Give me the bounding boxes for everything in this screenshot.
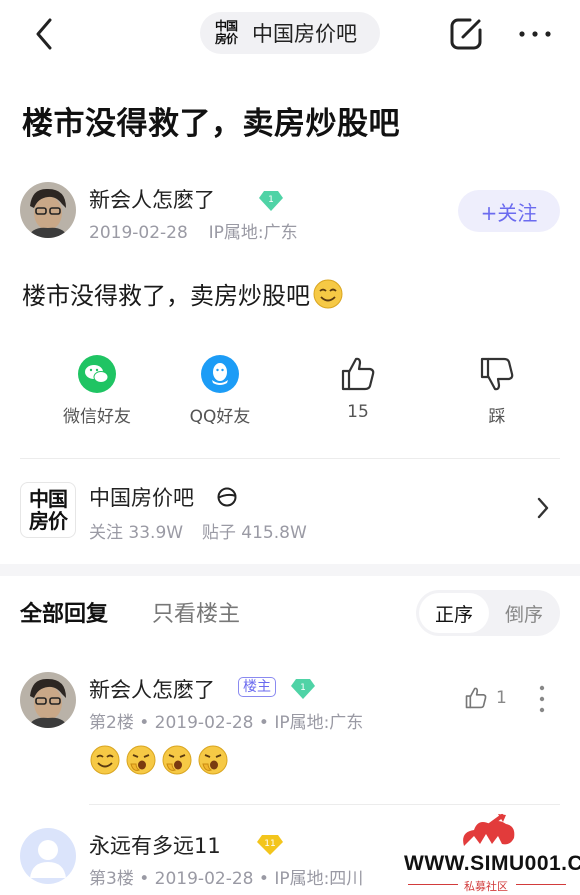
forum-card-name: 中国房价吧 (89, 486, 194, 510)
reply-emojis (89, 744, 233, 776)
reply-avatar[interactable] (20, 828, 76, 884)
dislike-button[interactable]: 踩 (437, 352, 557, 427)
forum-card-stats: 关注 33.9W 贴子 415.8W (89, 518, 307, 543)
reply-item: 新会人怎麽了 楼主 1 第2楼 • 2019-02-28 • IP属地:广东 1 (20, 672, 560, 802)
smile-emoji-icon (90, 745, 120, 775)
watermark-sub: 私募社区 (464, 880, 508, 893)
thumbs-up-icon (465, 687, 487, 709)
forum-card-logo: 中国 房价 (20, 482, 76, 538)
author-avatar[interactable] (20, 182, 76, 238)
op-badge: 楼主 (238, 677, 276, 697)
thumbs-down-icon (480, 357, 514, 391)
smile-emoji-icon (313, 279, 343, 308)
reply-ip: IP属地:四川 (274, 869, 364, 889)
forum-badge-icon (217, 487, 237, 507)
reply-ip: IP属地:广东 (274, 713, 364, 733)
like-button[interactable]: 15 (298, 352, 418, 422)
follow-button[interactable]: +关注 (458, 190, 560, 232)
more-vertical-icon[interactable] (538, 684, 546, 714)
more-dots-icon (519, 31, 551, 37)
author-meta: 2019-02-28 IP属地:广东 (89, 218, 298, 243)
reply-like-count: 1 (496, 688, 507, 708)
post-date: 2019-02-28 (89, 223, 188, 243)
share-wechat-label: 微信好友 (63, 407, 131, 427)
level-badge-icon: 11 (257, 835, 283, 855)
tab-all-replies[interactable]: 全部回复 (20, 596, 108, 628)
post-body: 楼市没得救了，卖房炒股吧 (22, 276, 344, 311)
watermark-site: WWW.SIMU001.CN (404, 852, 580, 875)
wechat-icon (78, 355, 116, 393)
reply-tabs: 全部回复 只看楼主 正序 倒序 (0, 586, 580, 636)
post-actions: 微信好友 QQ好友 15 踩 (0, 352, 580, 442)
like-count: 15 (347, 402, 369, 422)
tab-op-only[interactable]: 只看楼主 (152, 596, 240, 628)
divider (89, 804, 560, 805)
forum-follow-stat: 关注 33.9W (89, 523, 184, 543)
top-nav-bar: 中国 房价 中国房价吧 (0, 0, 580, 68)
forum-chip-name: 中国房价吧 (252, 22, 357, 46)
forum-post-stat: 贴子 415.8W (201, 523, 307, 543)
forum-logo: 中国 房价 (214, 19, 238, 46)
reply-author-name[interactable]: 永远有多远11 (89, 830, 221, 860)
share-qq-button[interactable]: QQ好友 (160, 352, 280, 427)
share-wechat-button[interactable]: 微信好友 (37, 352, 157, 427)
sort-desc-button[interactable]: 倒序 (490, 593, 558, 633)
forum-chip[interactable]: 中国 房价 中国房价吧 (200, 12, 380, 54)
forum-card[interactable]: 中国 房价 中国房价吧 关注 33.9W 贴子 415.8W (20, 478, 560, 548)
reply-meta: 第3楼 • 2019-02-28 • IP属地:四川 (89, 869, 364, 889)
back-button[interactable] (24, 12, 64, 56)
yawn-emoji-icon (198, 745, 228, 775)
watermark-logo (463, 814, 515, 846)
thumbs-up-icon (341, 357, 375, 391)
more-button[interactable] (510, 12, 560, 56)
chevron-right-icon (537, 497, 549, 519)
watermark-rule (408, 884, 458, 885)
reply-floor: 第3楼 (89, 869, 134, 889)
yawn-emoji-icon (126, 745, 156, 775)
sort-asc-button[interactable]: 正序 (419, 593, 489, 633)
author-row: 新会人怎麽了 1 2019-02-28 IP属地:广东 +关注 (20, 182, 560, 243)
svg-text:1: 1 (268, 195, 274, 205)
edit-button[interactable] (444, 12, 488, 56)
reply-author-name[interactable]: 新会人怎麽了 (89, 674, 215, 704)
watermark-rule (516, 884, 566, 885)
edit-icon (450, 18, 482, 50)
sort-toggle: 正序 倒序 (416, 590, 560, 636)
dislike-label: 踩 (488, 407, 506, 427)
back-chevron-icon (36, 18, 52, 50)
reply-date: 2019-02-28 (154, 869, 254, 889)
reply-avatar[interactable] (20, 672, 76, 728)
level-gem-icon: 1 (259, 191, 283, 211)
reply-floor: 第2楼 (89, 713, 134, 733)
post-body-text: 楼市没得救了，卖房炒股吧 (22, 282, 310, 310)
share-qq-label: QQ好友 (189, 407, 251, 427)
reply-like-button[interactable]: 1 (464, 686, 507, 710)
site-watermark: WWW.SIMU001.CN 私募社区 (398, 812, 580, 895)
divider (20, 458, 560, 459)
reply-meta: 第2楼 • 2019-02-28 • IP属地:广东 (89, 713, 364, 733)
yawn-emoji-icon (162, 745, 192, 775)
svg-text:1: 1 (300, 683, 306, 693)
reply-date: 2019-02-28 (154, 713, 254, 733)
post-ip: IP属地:广东 (208, 223, 298, 243)
svg-text:11: 11 (264, 839, 275, 849)
level-gem-icon: 1 (291, 679, 315, 699)
section-gap (0, 564, 580, 576)
author-name[interactable]: 新会人怎麽了 (89, 184, 215, 214)
post-title: 楼市没得救了，卖房炒股吧 (22, 106, 400, 142)
qq-icon (201, 355, 239, 393)
